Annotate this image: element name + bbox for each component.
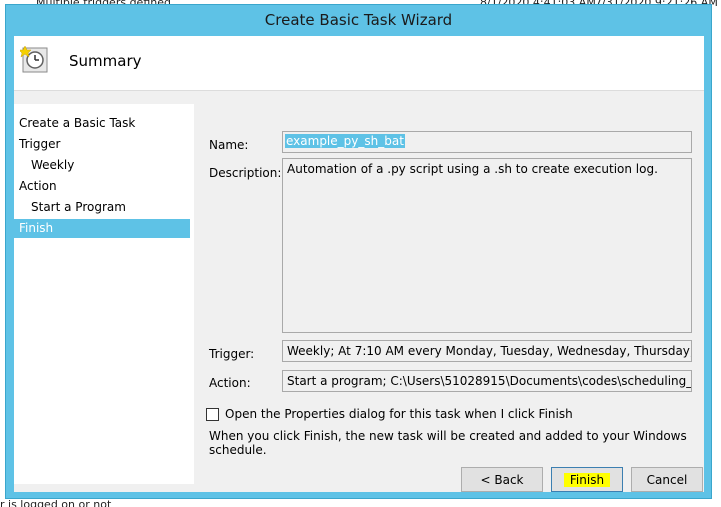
cancel-button[interactable]: Cancel (631, 467, 703, 492)
action-label: Action: (209, 376, 251, 390)
nav-item-start-program[interactable]: Start a Program (14, 198, 190, 217)
open-properties-label[interactable]: Open the Properties dialog for this task… (225, 407, 573, 421)
name-value: example_py_sh_bat (285, 134, 405, 148)
dialog-title: Create Basic Task Wizard (264, 11, 453, 29)
open-properties-checkbox[interactable] (206, 408, 219, 421)
page-title: Summary (69, 52, 142, 70)
name-field[interactable]: example_py_sh_bat (282, 131, 692, 153)
finish-button-label: Finish (563, 472, 611, 487)
create-task-dialog: Create Basic Task Wizard Summary Create … (5, 4, 712, 499)
trigger-value: Weekly; At 7:10 AM every Monday, Tuesday… (287, 344, 692, 358)
name-label: Name: (209, 138, 249, 152)
nav-item-action[interactable]: Action (14, 177, 190, 196)
nav-item-trigger[interactable]: Trigger (14, 135, 190, 154)
description-value: Automation of a .py script using a .sh t… (287, 162, 658, 176)
clock-task-icon (20, 45, 48, 73)
trigger-field[interactable]: Weekly; At 7:10 AM every Monday, Tuesday… (282, 340, 692, 362)
dialog-client: Summary Create a Basic Task Trigger Week… (14, 36, 704, 492)
wizard-header: Summary (14, 36, 704, 91)
nav-item-weekly[interactable]: Weekly (14, 156, 190, 175)
action-field[interactable]: Start a program; C:\Users\51028915\Docum… (282, 370, 692, 392)
finish-button[interactable]: Finish (551, 467, 623, 492)
description-field[interactable]: Automation of a .py script using a .sh t… (282, 158, 692, 333)
action-value: Start a program; C:\Users\51028915\Docum… (287, 374, 692, 388)
description-label: Description: (209, 166, 282, 180)
nav-item-create-basic-task[interactable]: Create a Basic Task (14, 114, 190, 133)
trigger-label: Trigger: (209, 347, 255, 361)
back-button[interactable]: < Back (461, 467, 543, 492)
nav-item-finish[interactable]: Finish (14, 219, 190, 238)
wizard-steps-nav: Create a Basic Task Trigger Weekly Actio… (14, 104, 194, 484)
info-text: When you click Finish, the new task will… (209, 429, 687, 457)
background-text-bottom: r is logged on or not (0, 498, 112, 507)
